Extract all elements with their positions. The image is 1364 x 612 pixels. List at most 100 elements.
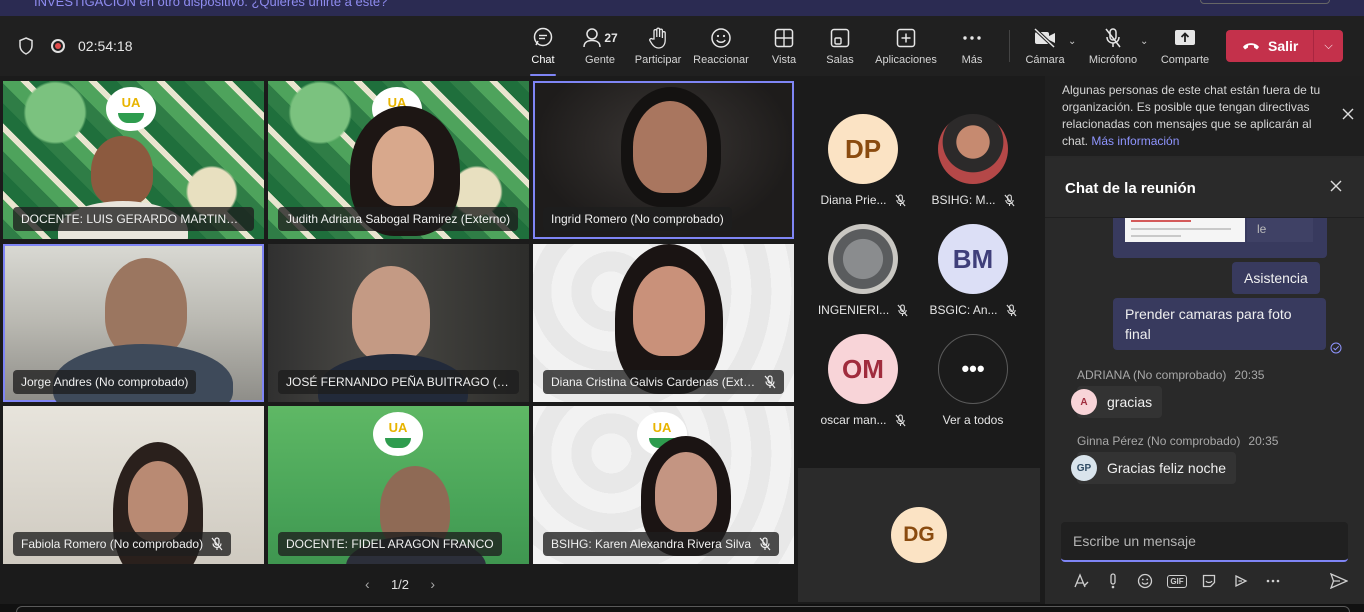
rooms-button[interactable]: Salas — [824, 24, 856, 72]
message-author: ADRIANA (No comprobado) — [1077, 368, 1227, 382]
message-text: gracias — [1107, 394, 1153, 410]
ua-logo: UA — [106, 87, 156, 131]
more-icon: ••• — [938, 334, 1008, 404]
view-all-button[interactable]: ••• Ver a todos — [918, 334, 1028, 428]
raise-hand-icon — [649, 27, 666, 49]
video-tile[interactable]: Fabiola Romero (No comprobado) — [3, 406, 264, 564]
video-tile-active-speaker[interactable]: Ingrid Romero (No comprobado) — [533, 81, 794, 239]
chat-button-label: Chat — [531, 54, 555, 66]
view-button[interactable]: Vista — [768, 24, 800, 72]
desktop-dock-edge — [0, 604, 1364, 612]
more-info-link[interactable]: Más información — [1091, 134, 1179, 148]
people-button[interactable]: 27 Gente — [578, 24, 622, 72]
people-button-label: Gente — [585, 54, 615, 66]
rooms-icon — [830, 28, 850, 48]
loop-icon[interactable] — [1225, 570, 1257, 592]
leave-options-chevron-icon[interactable]: ⌵ — [1314, 40, 1343, 53]
message-time: 20:35 — [1248, 434, 1279, 448]
react-button[interactable]: Reaccionar — [692, 24, 750, 72]
raise-hand-label: Participar — [634, 54, 682, 66]
avatar: BM — [938, 224, 1008, 294]
chat-message-other[interactable]: GP Gracias feliz noche — [1071, 452, 1237, 484]
video-tile[interactable]: Diana Cristina Galvis Cardenas (Externo) — [533, 244, 794, 402]
video-tile[interactable]: JOSÉ FERNANDO PEÑA BUITRAGO (Externo) — [268, 244, 529, 402]
roster-participant[interactable]: DP Diana Prie... — [808, 114, 918, 208]
toolbar-separator — [1009, 30, 1010, 62]
participant-face — [352, 266, 430, 362]
message-input[interactable]: Escribe un mensaje — [1061, 522, 1348, 562]
leave-label: Salir — [1268, 38, 1299, 54]
raise-hand-button[interactable]: Participar — [632, 24, 684, 72]
roster-participant[interactable]: OM oscar man... — [808, 334, 918, 428]
roster-participant-name: BSIHG: M... — [931, 193, 996, 207]
video-tile[interactable]: UA BSIHG: Karen Alexandra Rivera Silva — [533, 406, 794, 564]
camera-button[interactable]: Cámara — [1024, 24, 1066, 72]
avatar: DG — [891, 507, 947, 563]
pager-next-chevron-icon[interactable]: › — [430, 576, 435, 592]
video-tile[interactable]: UA Judith Adriana Sabogal Ramirez (Exter… — [268, 81, 529, 239]
image-thumbnail[interactable] — [1125, 218, 1245, 242]
close-icon[interactable] — [1330, 180, 1342, 192]
message-input-placeholder: Escribe un mensaje — [1073, 533, 1196, 549]
react-label: Reaccionar — [693, 54, 749, 66]
message-author: Ginna Pérez (No comprobado) — [1077, 434, 1241, 448]
close-icon[interactable] — [1342, 108, 1354, 120]
camera-options-chevron-icon[interactable]: ⌄ — [1068, 36, 1076, 47]
smiley-icon — [711, 28, 731, 48]
participant-name-tag: Diana Cristina Galvis Cardenas (Externo) — [543, 370, 784, 394]
apps-button[interactable]: Aplicaciones — [872, 24, 940, 72]
partial-message: le — [1247, 218, 1313, 242]
pager-prev-chevron-icon[interactable]: ‹ — [365, 576, 370, 592]
view-label: Vista — [771, 54, 797, 66]
avatar — [938, 114, 1008, 184]
leave-button-group: Salir ⌵ — [1226, 30, 1343, 62]
chat-message-self[interactable]: Prender camaras para foto final — [1113, 298, 1326, 350]
view-all-label: Ver a todos — [942, 413, 1004, 427]
sticker-icon[interactable] — [1193, 570, 1225, 592]
avatar: OM — [828, 334, 898, 404]
participant-roster: DP Diana Prie... BSIHG: M... INGENIERI..… — [798, 82, 1040, 462]
avatar: GP — [1071, 455, 1097, 481]
rooms-label: Salas — [826, 54, 854, 66]
priority-icon[interactable] — [1097, 570, 1129, 592]
more-button[interactable]: Más — [958, 24, 986, 72]
external-users-banner: Algunas personas de este chat están fuer… — [1045, 76, 1364, 156]
chat-button[interactable]: Chat — [526, 24, 560, 76]
roster-participant[interactable]: INGENIERI... — [808, 224, 918, 318]
avatar: DP — [828, 114, 898, 184]
apps-plus-icon — [896, 28, 916, 48]
chat-message-self[interactable]: Asistencia — [1232, 262, 1320, 294]
chat-messages: le Asistencia Prender camaras para foto … — [1045, 218, 1364, 518]
roster-participant-name: INGENIERI... — [817, 303, 890, 317]
gif-icon[interactable]: GIF — [1161, 570, 1193, 592]
leave-button[interactable]: Salir — [1226, 30, 1313, 62]
message-time: 20:35 — [1234, 368, 1265, 382]
video-tile[interactable]: UA DOCENTE: FIDEL ARAGON FRANCO — [268, 406, 529, 564]
ua-logo: UA — [373, 412, 423, 456]
video-tile[interactable]: UA DOCENTE: LUIS GERARDO MARTINEZ MARTIN… — [3, 81, 264, 239]
share-label: Comparte — [1160, 54, 1210, 66]
roster-participant[interactable]: BSIHG: M... — [918, 114, 1028, 208]
self-preview-tile[interactable]: DG — [798, 468, 1040, 602]
recording-icon — [51, 39, 65, 53]
video-tile[interactable]: Jorge Andres (No comprobado) — [3, 244, 264, 402]
roster-participant[interactable]: BM BSGIC: An... — [918, 224, 1028, 318]
mic-off-icon — [1105, 28, 1121, 48]
compose-toolbar: GIF — [1065, 570, 1355, 592]
participant-name-tag: Jorge Andres (No comprobado) — [13, 370, 197, 394]
participant-face — [105, 258, 187, 358]
shield-icon[interactable] — [18, 37, 34, 55]
join-notice-button[interactable] — [1200, 0, 1330, 4]
chat-message-other[interactable]: A gracias — [1071, 386, 1163, 418]
more-options-icon[interactable] — [1257, 570, 1289, 592]
format-icon[interactable] — [1065, 570, 1097, 592]
roster-participant-name: BSGIC: An... — [929, 303, 998, 317]
mic-off-icon — [895, 413, 906, 426]
microphone-button[interactable]: Micrófono — [1086, 24, 1140, 72]
send-icon[interactable] — [1323, 570, 1355, 592]
mic-off-icon — [1003, 193, 1015, 206]
people-icon — [583, 28, 602, 48]
emoji-icon[interactable] — [1129, 570, 1161, 592]
microphone-options-chevron-icon[interactable]: ⌄ — [1140, 36, 1148, 47]
share-button[interactable]: Comparte — [1158, 24, 1212, 72]
